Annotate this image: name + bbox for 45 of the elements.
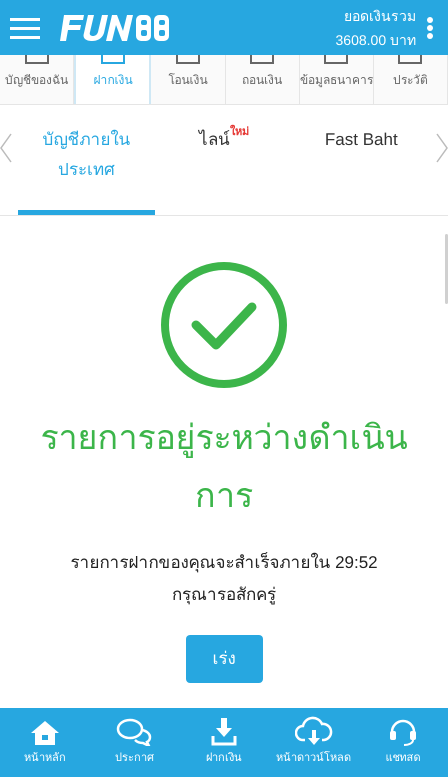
hurry-button[interactable]: เร่ง xyxy=(186,635,262,683)
chevron-right-icon[interactable] xyxy=(436,133,448,163)
payment-tab-label: บัญชีภายในประเทศ xyxy=(42,128,132,181)
new-label: ใหม่ xyxy=(230,125,249,139)
menu-tab[interactable]: ฝากเงิน xyxy=(74,55,152,104)
more-icon[interactable] xyxy=(426,16,434,40)
tab-label: บัญชีของฉัน xyxy=(5,72,68,89)
payment-tab[interactable]: Fast Baht xyxy=(292,105,430,215)
nav-item[interactable]: ประกาศ xyxy=(90,716,180,777)
tab-icon xyxy=(397,55,424,65)
balance-amount: 3608.00 บาท xyxy=(336,30,416,50)
chevron-left-icon[interactable] xyxy=(0,133,12,163)
menu-tab[interactable]: ถอนเงิน xyxy=(226,55,300,104)
tab-icon xyxy=(174,55,201,65)
menu-icon[interactable] xyxy=(10,16,40,38)
nav-item[interactable]: หน้าดาวน์โหลด xyxy=(268,716,358,777)
status-note: กรุณารอสักครู่ xyxy=(172,584,276,606)
tab-icon xyxy=(24,55,50,65)
payment-tab[interactable]: บัญชีภายในประเทศ xyxy=(18,105,156,215)
tab-label: ฝากเงิน xyxy=(93,72,132,89)
balance-label: ยอดเงินรวม xyxy=(344,6,416,26)
payment-tab-label: Fast Baht xyxy=(324,129,399,151)
tab-label: ข้อมูลธนาคาร xyxy=(300,72,373,89)
logo-icon[interactable] xyxy=(58,14,170,40)
menu-tab[interactable]: ประวัติ xyxy=(374,55,448,104)
status-title: รายการอยู่ระหว่างดำเนินการ xyxy=(40,418,408,517)
menu-tab[interactable]: โอนเงิน xyxy=(151,55,226,104)
scrollbar xyxy=(445,234,448,304)
home-icon xyxy=(30,720,60,746)
check-circle-icon xyxy=(160,261,288,389)
tab-icon xyxy=(249,55,276,65)
download-icon xyxy=(210,718,237,746)
nav-item[interactable]: แชทสด xyxy=(358,716,448,777)
tab-icon xyxy=(323,55,350,65)
nav-item[interactable]: ฝากเงิน xyxy=(179,716,269,777)
chat-icon xyxy=(116,718,152,746)
tab-label: ประวัติ xyxy=(392,72,428,89)
menu-tab[interactable]: บัญชีของฉัน xyxy=(0,55,74,104)
payment-tab-label: ไลน์ xyxy=(198,128,230,151)
menu-tab[interactable]: ข้อมูลธนาคาร xyxy=(300,55,374,104)
tab-label: โอนเงิน xyxy=(168,72,208,89)
tab-label: ถอนเงิน xyxy=(242,72,282,89)
status-message: รายการฝากของคุณจะสำเร็จภายใน 29:52 xyxy=(70,551,378,574)
cloud-download-icon xyxy=(294,716,333,746)
nav-item[interactable]: หน้าหลัก xyxy=(0,716,90,777)
